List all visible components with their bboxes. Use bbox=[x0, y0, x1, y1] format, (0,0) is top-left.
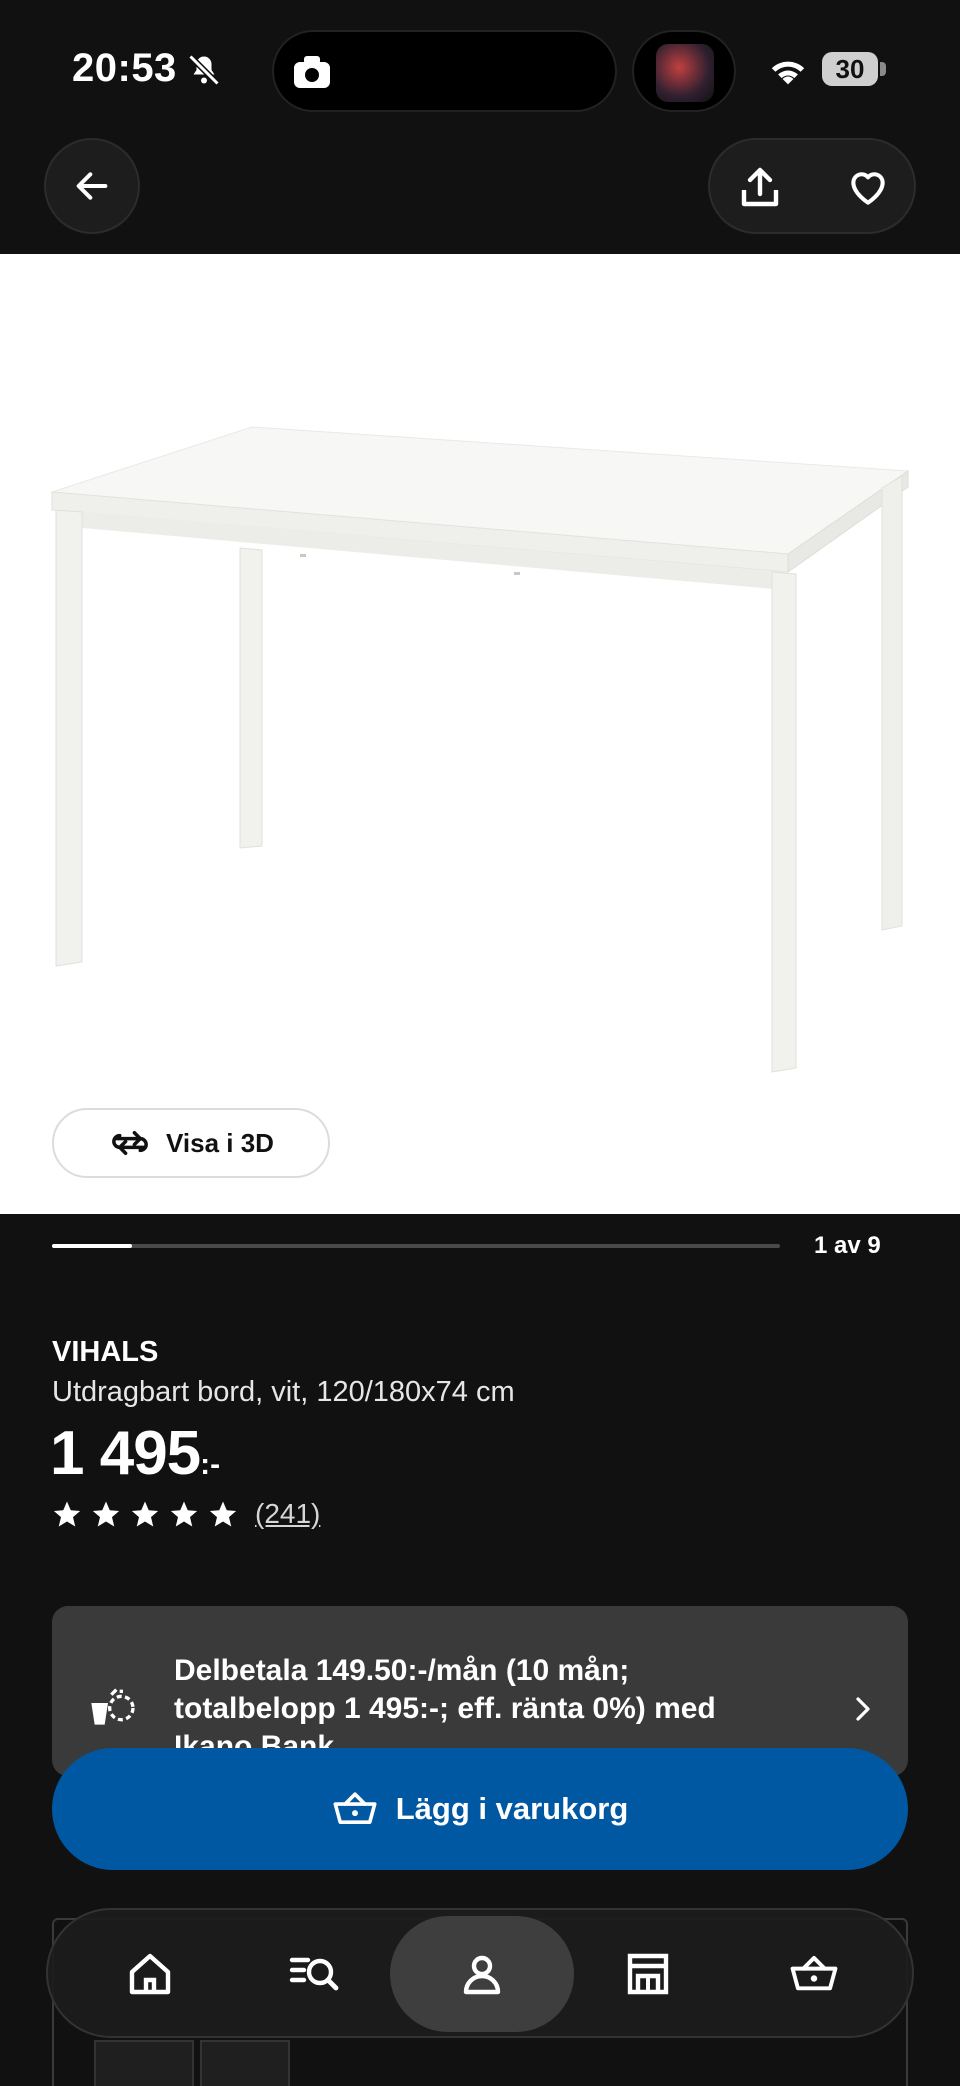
installment-icon bbox=[91, 1688, 135, 1725]
price-amount: 1 495 bbox=[50, 1419, 201, 1488]
star-icon bbox=[92, 1501, 120, 1527]
price-suffix: :- bbox=[200, 1448, 221, 1481]
battery-indicator: 30 bbox=[822, 52, 878, 86]
tab-home[interactable] bbox=[104, 1928, 196, 2020]
search-list-icon bbox=[289, 1957, 339, 1991]
chevron-right-icon bbox=[856, 1697, 870, 1721]
wifi-icon bbox=[771, 61, 805, 85]
basket-icon bbox=[790, 1955, 838, 1991]
product-image-table bbox=[51, 426, 910, 1073]
tab-store[interactable] bbox=[602, 1928, 694, 2020]
live-activity bbox=[632, 30, 736, 112]
dynamic-island bbox=[272, 30, 617, 112]
gallery-counter: 1 av 9 bbox=[814, 1232, 881, 1259]
status-bar: 20:53 30 bbox=[0, 0, 960, 130]
bell-muted-icon bbox=[188, 54, 220, 86]
arrow-left-icon bbox=[76, 172, 108, 200]
gallery-progress-fill bbox=[52, 1244, 133, 1248]
tab-basket[interactable] bbox=[768, 1928, 860, 2020]
top-navigation bbox=[0, 130, 960, 254]
store-icon bbox=[627, 1953, 669, 1995]
share-button[interactable] bbox=[730, 158, 790, 218]
basket-icon bbox=[333, 1792, 377, 1824]
product-description: Utdragbart bord, vit, 120/180x74 cm bbox=[52, 1376, 515, 1408]
star-icon bbox=[131, 1501, 159, 1527]
add-to-cart-button[interactable]: Lägg i varukorg bbox=[52, 1748, 908, 1870]
rotate-3d-icon bbox=[112, 1130, 148, 1156]
action-buttons bbox=[708, 138, 916, 234]
star-icon bbox=[170, 1501, 198, 1527]
variant-thumbnail[interactable] bbox=[94, 2040, 194, 2086]
back-button[interactable] bbox=[44, 138, 140, 234]
bottom-tab-bar bbox=[46, 1908, 914, 2038]
variant-thumbnail[interactable] bbox=[200, 2040, 290, 2086]
product-rating[interactable]: (241) bbox=[52, 1498, 320, 1530]
camera-icon bbox=[294, 56, 330, 88]
share-icon bbox=[741, 167, 779, 207]
product-price: 1 495:- bbox=[50, 1418, 220, 1489]
review-count-link[interactable]: (241) bbox=[255, 1498, 320, 1530]
view-3d-label: Visa i 3D bbox=[166, 1127, 274, 1158]
tab-profile[interactable] bbox=[390, 1916, 574, 2032]
view-3d-button[interactable]: Visa i 3D bbox=[52, 1108, 330, 1178]
product-image-gallery[interactable]: Visa i 3D bbox=[0, 254, 960, 1214]
heart-icon bbox=[851, 172, 885, 205]
product-brand: VIHALS bbox=[52, 1336, 159, 1368]
battery-tip bbox=[880, 62, 886, 76]
profile-icon bbox=[463, 1955, 501, 1995]
add-to-cart-label: Lägg i varukorg bbox=[395, 1791, 629, 1826]
favorite-button[interactable] bbox=[838, 158, 898, 218]
live-activity-thumbnail bbox=[656, 44, 714, 102]
star-icon bbox=[53, 1501, 81, 1527]
gallery-progress bbox=[52, 1244, 780, 1248]
star-icon bbox=[209, 1501, 237, 1527]
home-icon bbox=[129, 1953, 171, 1995]
status-time: 20:53 bbox=[72, 46, 177, 90]
tab-search[interactable] bbox=[268, 1928, 360, 2020]
